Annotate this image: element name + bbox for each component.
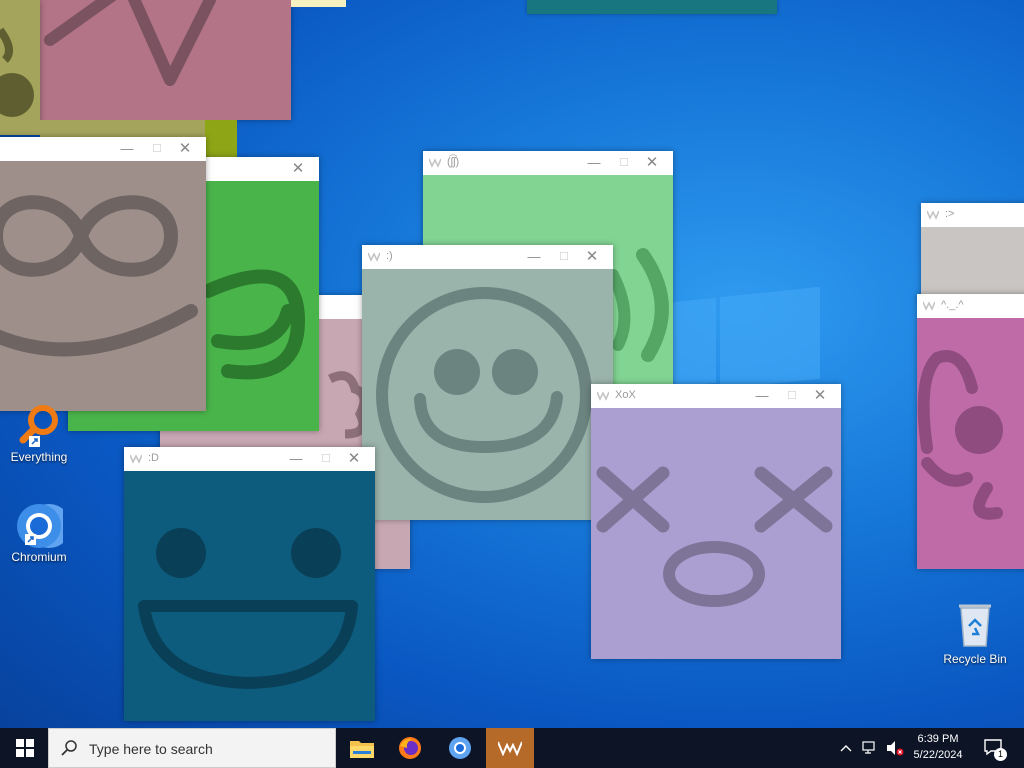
minimize-button[interactable]: — bbox=[285, 448, 307, 470]
window-grey[interactable]: :> bbox=[921, 203, 1024, 303]
search-placeholder: Type here to search bbox=[89, 741, 213, 757]
window-content bbox=[40, 0, 291, 120]
desktop-icon-label: Recycle Bin bbox=[943, 652, 1007, 666]
magnifier-icon bbox=[19, 404, 59, 448]
window-edge bbox=[527, 0, 777, 14]
wallpaper-logo-pane bbox=[672, 297, 716, 388]
notification-center-button[interactable]: 1 bbox=[978, 728, 1014, 768]
minimize-button[interactable]: — bbox=[523, 246, 545, 268]
window-title: ^._.^ bbox=[941, 299, 964, 311]
face-infinity bbox=[0, 195, 198, 357]
close-button[interactable]: ✕ bbox=[174, 138, 196, 160]
window-edge bbox=[291, 0, 346, 7]
window-content bbox=[591, 408, 841, 659]
window-title: :) bbox=[386, 250, 393, 262]
desktop-icon-chromium[interactable]: Chromium bbox=[4, 500, 74, 564]
close-button[interactable]: ✕ bbox=[809, 385, 831, 407]
close-button[interactable]: ✕ bbox=[581, 246, 603, 268]
wave-icon bbox=[130, 454, 142, 464]
window-content bbox=[917, 318, 1024, 569]
wave-icon bbox=[429, 158, 441, 168]
window-content bbox=[0, 0, 40, 135]
title-bar[interactable]: :) — ☐ ✕ bbox=[362, 245, 613, 269]
window-arrow[interactable] bbox=[40, 0, 291, 120]
chromium-icon bbox=[15, 500, 71, 548]
wave-icon bbox=[597, 391, 609, 401]
minimize-button[interactable]: — bbox=[751, 385, 773, 407]
face-cat bbox=[917, 350, 1003, 520]
recycle-bin-icon bbox=[951, 602, 999, 650]
face-smile bbox=[376, 287, 592, 503]
minimize-button[interactable]: — bbox=[583, 152, 605, 174]
network-icon[interactable] bbox=[862, 741, 878, 755]
firefox-icon bbox=[399, 737, 421, 759]
window-infinity[interactable]: — ☐ ✕ bbox=[0, 137, 206, 411]
notification-count-badge: 1 bbox=[994, 748, 1007, 761]
title-bar[interactable]: (ʃ͡ʃ) — ☐ ✕ bbox=[423, 151, 673, 175]
chevron-up-icon[interactable] bbox=[840, 744, 852, 752]
wave-icon bbox=[927, 210, 939, 220]
window-xox[interactable]: XoX — ☐ ✕ bbox=[591, 384, 841, 659]
desktop-icon-everything[interactable]: Everything bbox=[4, 404, 74, 464]
window-content bbox=[0, 161, 206, 411]
wave-icon bbox=[923, 301, 935, 311]
window-title: (ʃ͡ʃ) bbox=[447, 156, 460, 168]
window-content bbox=[921, 227, 1024, 303]
close-button[interactable]: ✕ bbox=[343, 448, 365, 470]
maximize-button[interactable]: ☐ bbox=[315, 448, 337, 470]
window-bigd[interactable]: :D — ☐ ✕ bbox=[124, 447, 375, 721]
desktop-icon-label: Chromium bbox=[11, 550, 67, 564]
minimize-button[interactable]: — bbox=[116, 138, 138, 160]
search-box[interactable]: Type here to search bbox=[48, 728, 336, 768]
file-explorer-icon bbox=[350, 741, 374, 758]
taskbar: Type here to search 6:39 PM 5/22/2024 1 bbox=[0, 728, 1024, 768]
start-button[interactable] bbox=[0, 728, 48, 768]
maximize-button[interactable]: ☐ bbox=[781, 385, 803, 407]
title-bar[interactable]: XoX — ☐ ✕ bbox=[591, 384, 841, 408]
windows-logo-icon bbox=[16, 739, 34, 757]
taskbar-app-file-explorer[interactable] bbox=[338, 728, 386, 768]
search-icon bbox=[61, 740, 77, 756]
wave-icon bbox=[368, 252, 380, 262]
window-title: :D bbox=[148, 452, 159, 464]
maximize-button[interactable]: ☐ bbox=[613, 152, 635, 174]
clock-time[interactable]: 6:39 PM bbox=[908, 733, 968, 745]
face-arrow bbox=[44, 0, 216, 86]
title-bar[interactable]: ^._.^ bbox=[917, 294, 1024, 318]
maximize-button[interactable]: ☐ bbox=[553, 246, 575, 268]
taskbar-app-chromium[interactable] bbox=[436, 728, 484, 768]
window-olive[interactable] bbox=[0, 0, 40, 135]
title-bar[interactable]: :> bbox=[921, 203, 1024, 227]
desktop-icon-recycle-bin[interactable]: Recycle Bin bbox=[940, 602, 1010, 666]
taskbar-app-firefox[interactable] bbox=[386, 728, 434, 768]
speaker-muted-icon[interactable] bbox=[886, 740, 904, 756]
wallpaper-logo-pane bbox=[720, 286, 820, 390]
maximize-button[interactable]: ☐ bbox=[146, 138, 168, 160]
clock-date[interactable]: 5/22/2024 bbox=[908, 749, 968, 761]
window-content bbox=[362, 269, 613, 520]
window-magenta[interactable]: ^._.^ bbox=[917, 294, 1024, 569]
desktop-icon-label: Everything bbox=[10, 450, 68, 464]
face-xox bbox=[596, 466, 833, 607]
chromium-icon bbox=[449, 737, 471, 759]
window-smile[interactable]: :) — ☐ ✕ bbox=[362, 245, 613, 520]
face-bigd bbox=[138, 528, 358, 689]
close-button[interactable]: ✕ bbox=[287, 158, 309, 180]
window-content bbox=[124, 471, 375, 721]
wave-app-icon bbox=[498, 741, 522, 756]
window-title: XoX bbox=[615, 389, 636, 401]
face-blob bbox=[0, 27, 34, 117]
window-title: :> bbox=[945, 208, 955, 220]
taskbar-app-wave[interactable] bbox=[486, 728, 534, 768]
title-bar[interactable]: — ☐ ✕ bbox=[0, 137, 206, 161]
close-button[interactable]: ✕ bbox=[641, 152, 663, 174]
title-bar[interactable]: :D — ☐ ✕ bbox=[124, 447, 375, 471]
